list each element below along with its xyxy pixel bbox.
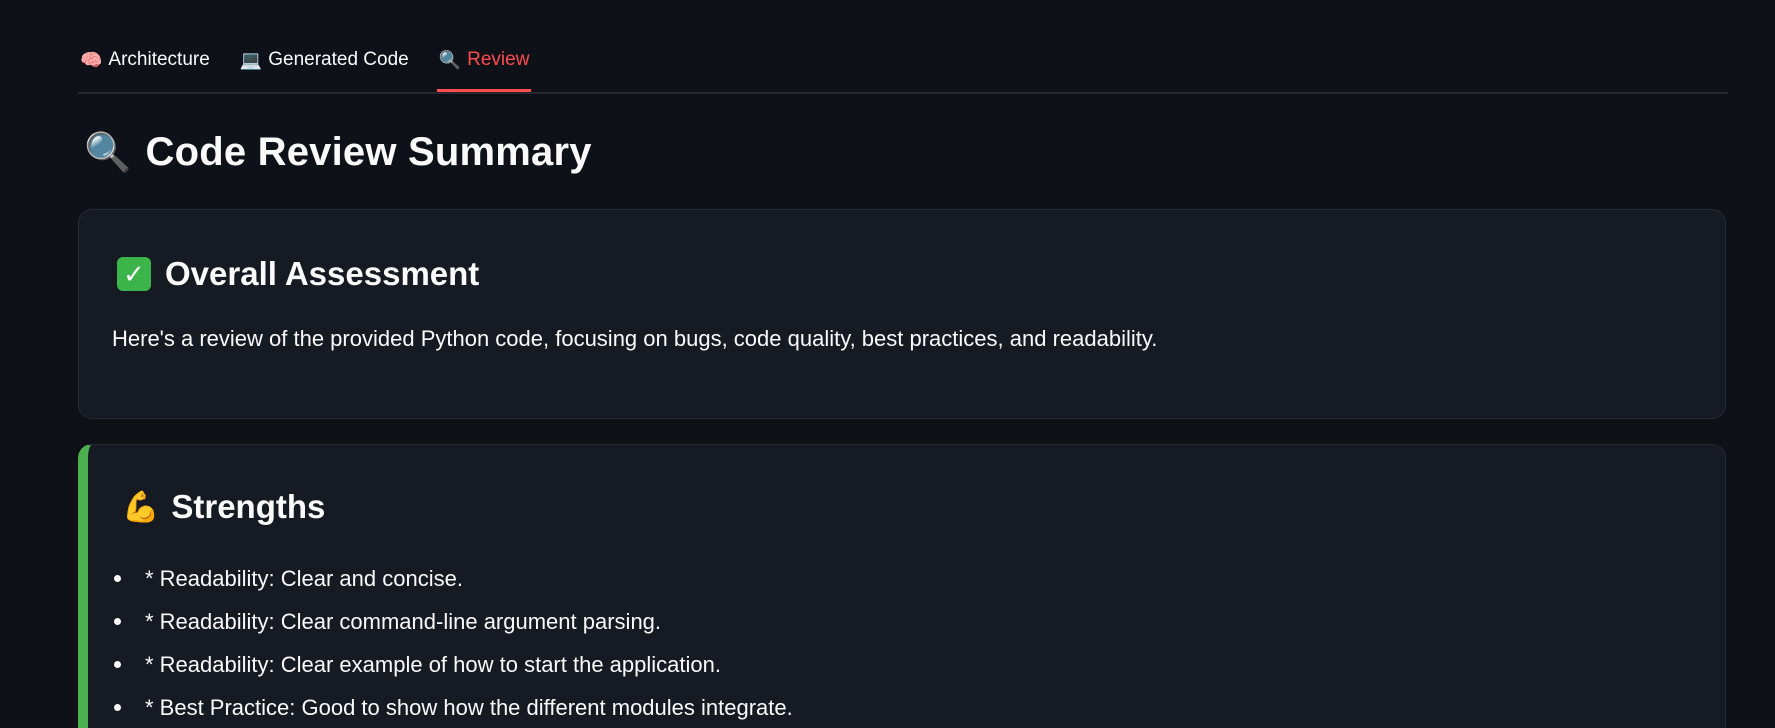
strengths-heading-text: Strengths [171, 488, 326, 525]
list-item: * Readability: Clear example of how to s… [114, 643, 793, 686]
strengths-card: 💪 Strengths * Readability: Clear and con… [78, 444, 1726, 728]
assessment-heading-text: Overall Assessment [165, 255, 480, 292]
list-item-text: * Readability: Clear example of how to s… [145, 651, 721, 677]
strengths-list: * Readability: Clear and concise. * Read… [114, 557, 793, 728]
flexed-bicep-icon: 💪 [122, 490, 160, 524]
bullet-icon [114, 704, 121, 711]
page-title: 🔍 Code Review Summary [84, 130, 592, 175]
assessment-heading: ✓ Overall Assessment [117, 255, 479, 293]
list-item: * Readability: Clear command-line argume… [114, 600, 793, 643]
check-mark-icon: ✓ [117, 257, 151, 291]
bullet-icon [114, 618, 121, 625]
magnifier-icon: 🔍 [84, 131, 132, 174]
tab-label: Architecture [108, 49, 210, 70]
bullet-icon [114, 575, 121, 582]
tab-architecture[interactable]: 🧠 Architecture [78, 40, 212, 80]
magnifier-icon: 🔍 [438, 49, 462, 70]
brain-icon: 🧠 [80, 49, 103, 70]
bullet-icon [114, 661, 121, 668]
list-item-text: * Readability: Clear and concise. [145, 565, 463, 591]
tab-review[interactable]: 🔍 Review [436, 40, 532, 92]
page-title-text: Code Review Summary [145, 130, 592, 174]
overall-assessment-card: ✓ Overall Assessment Here's a review of … [78, 209, 1726, 419]
tab-label: Review [467, 49, 530, 70]
assessment-text: Here's a review of the provided Python c… [112, 326, 1158, 351]
list-item-text: * Best Practice: Good to show how the di… [145, 694, 793, 720]
strengths-heading: 💪 Strengths [122, 488, 325, 526]
list-item: * Readability: Clear and concise. [114, 557, 793, 600]
list-item-text: * Readability: Clear command-line argume… [145, 608, 662, 634]
tab-bar: 🧠 Architecture 💻 Generated Code 🔍 Review [78, 40, 1728, 94]
tab-generated-code[interactable]: 💻 Generated Code [238, 40, 411, 80]
laptop-icon: 💻 [239, 49, 263, 70]
tab-label: Generated Code [268, 49, 409, 70]
list-item: * Best Practice: Good to show how the di… [114, 686, 793, 728]
review-page: 🧠 Architecture 💻 Generated Code 🔍 Review… [0, 0, 1775, 728]
